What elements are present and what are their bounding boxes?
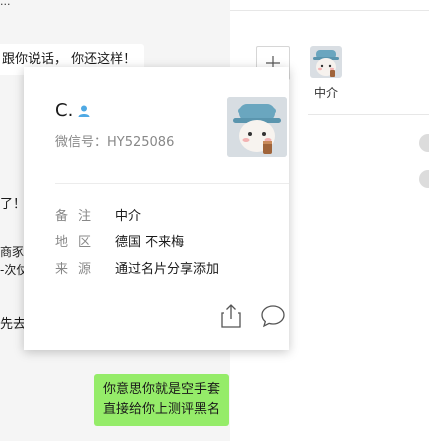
avatar-image xyxy=(227,97,287,157)
chat-top-partial-text: ... xyxy=(0,0,11,8)
profile-card: C. 微信号：HY525086 备注 中介 地区 德国 不来梅 来源 通过名片分… xyxy=(24,67,289,350)
avatar-image xyxy=(310,46,342,78)
member-name: 中介 xyxy=(314,86,339,100)
my-message-bubble[interactable]: 你意思你就是空手套 直接给你上测评黑名 xyxy=(94,374,230,426)
chat-message-fragment: 先去 xyxy=(0,317,27,332)
divider xyxy=(55,183,289,184)
profile-name-row: C. xyxy=(55,100,91,122)
profile-avatar[interactable] xyxy=(227,97,287,157)
share-icon[interactable] xyxy=(218,303,244,329)
source-label: 来源 xyxy=(55,262,102,277)
person-icon xyxy=(78,105,90,117)
my-message-line: 你意思你就是空手套 xyxy=(103,382,221,397)
region-value: 德国 不来梅 xyxy=(115,235,185,250)
chat-bubble-icon[interactable] xyxy=(260,303,286,329)
chat-message-text: 跟你说话， 你还这样！ xyxy=(2,52,137,67)
remark-label: 备注 xyxy=(55,209,102,224)
chat-message-fragment: 商豕 xyxy=(0,245,25,259)
profile-name: C. xyxy=(55,100,74,121)
remark-value: 中介 xyxy=(115,209,142,224)
source-value: 通过名片分享添加 xyxy=(115,262,220,277)
my-message-line: 直接给你上测评黑名 xyxy=(103,402,221,417)
member-avatar[interactable] xyxy=(310,46,342,78)
setting-toggle[interactable] xyxy=(419,134,429,152)
divider xyxy=(308,114,429,115)
region-label: 地区 xyxy=(55,235,102,250)
setting-toggle[interactable] xyxy=(419,170,429,188)
wechat-id: 微信号：HY525086 xyxy=(55,135,175,150)
chat-message-fragment: 了！ xyxy=(0,197,27,212)
divider xyxy=(230,10,429,11)
